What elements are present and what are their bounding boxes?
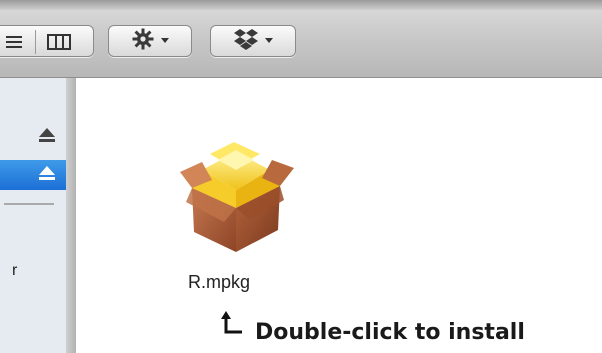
chevron-down-icon	[160, 32, 170, 50]
file-browser-pane	[76, 79, 602, 353]
eject-icon[interactable]	[38, 165, 66, 186]
eject-icon[interactable]	[38, 127, 66, 148]
finder-window: r R.mpkg Double-click to install	[0, 0, 602, 353]
dropbox-icon	[233, 27, 259, 56]
package-icon[interactable]	[172, 124, 300, 254]
sidebar-item-selected-device[interactable]	[0, 160, 66, 190]
toolbar	[0, 0, 602, 78]
action-menu-button[interactable]	[108, 25, 192, 57]
sidebar-separator	[4, 203, 54, 205]
sidebar-item-device[interactable]	[0, 122, 66, 152]
chevron-down-icon	[264, 32, 274, 50]
sidebar-splitter[interactable]	[66, 78, 76, 353]
view-mode-segmented-control[interactable]	[0, 25, 94, 57]
gear-icon	[131, 27, 155, 56]
dropbox-menu-button[interactable]	[210, 25, 296, 57]
column-view-icon[interactable]	[47, 34, 71, 50]
install-instruction: Double-click to install	[255, 320, 525, 345]
window-top-edge	[0, 0, 602, 10]
arrow-up-icon	[220, 308, 246, 338]
list-view-icon[interactable]	[5, 33, 23, 51]
sidebar	[0, 78, 67, 353]
sidebar-truncated-label: r	[12, 262, 18, 279]
segment-divider	[35, 30, 36, 54]
file-name-label: R.mpkg	[188, 272, 251, 292]
